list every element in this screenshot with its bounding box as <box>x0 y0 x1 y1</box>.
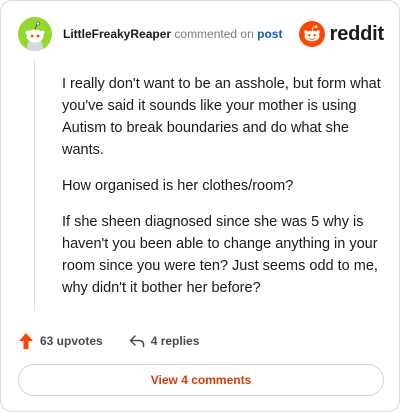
upvote-button[interactable]: 63 upvotes <box>18 332 103 350</box>
comment-paragraph: How organised is her clothes/room? <box>62 178 294 194</box>
reply-button[interactable]: 4 replies <box>129 334 200 348</box>
thread-line <box>34 59 35 311</box>
username-link[interactable]: LittleFreakyReaper <box>63 27 171 41</box>
view-comments-button[interactable]: View 4 comments <box>18 364 384 396</box>
comment-header: LittleFreakyReaper commented on post red… <box>18 17 384 51</box>
user-avatar[interactable] <box>18 17 52 51</box>
comment-paragraph: If she sheen diagnosed since she was 5 w… <box>62 214 378 296</box>
comment-body: I really don't want to be an asshole, bu… <box>62 73 382 313</box>
reply-arrow-icon <box>129 335 144 348</box>
reddit-wordmark: reddit <box>329 22 385 45</box>
snoo-avatar-icon <box>18 17 52 51</box>
comment-paragraph: I really don't want to be an asshole, bu… <box>62 76 381 158</box>
reddit-logo[interactable]: reddit <box>298 21 385 47</box>
comment-card: LittleFreakyReaper commented on post red… <box>0 0 400 412</box>
header-text: LittleFreakyReaper commented on post <box>63 27 282 41</box>
comment-actions: 63 upvotes 4 replies <box>18 330 225 352</box>
reddit-snoo-icon <box>298 21 325 47</box>
reply-count: 4 replies <box>150 334 200 348</box>
upvote-arrow-icon <box>19 333 33 349</box>
upvote-count: 63 upvotes <box>40 334 103 348</box>
post-link[interactable]: post <box>257 27 282 41</box>
comment-action-text: commented on <box>174 27 254 41</box>
